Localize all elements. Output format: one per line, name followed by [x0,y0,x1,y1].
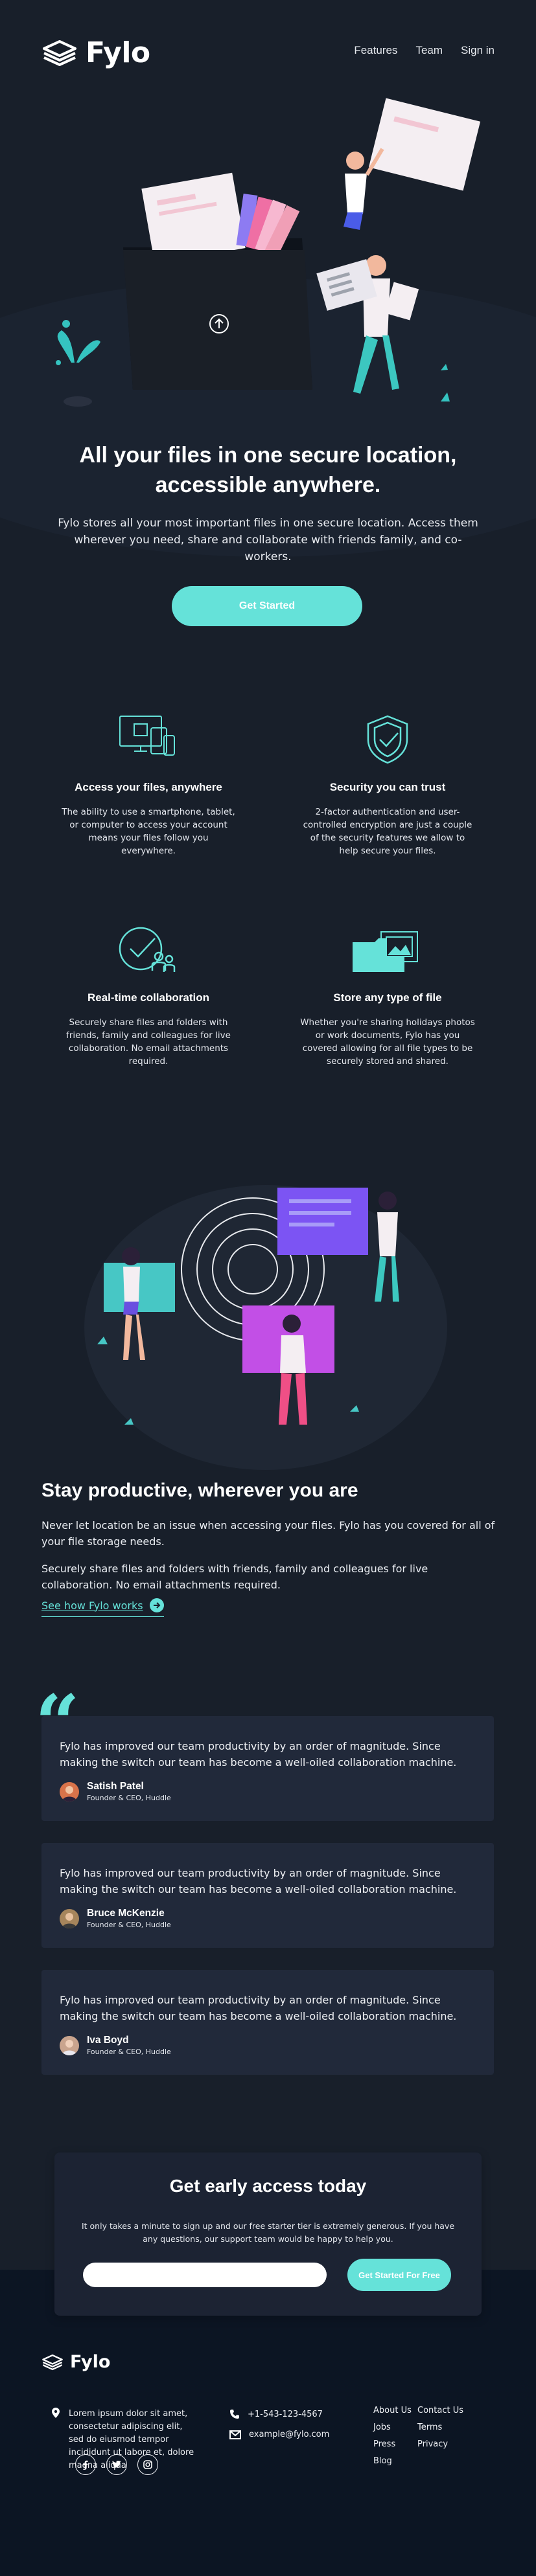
testimonial-card: Fylo has improved our team productivity … [41,1716,494,1821]
feature-access: Access your files, anywhere The ability … [41,712,255,857]
footer-phone-text: +1-543-123-4567 [248,2409,323,2419]
feature-title: Access your files, anywhere [75,781,222,793]
logo-layers-icon [42,2354,63,2370]
feature-file-types: Store any type of file Whether you're sh… [281,923,495,1068]
footer-email-text: example@fylo.com [249,2430,330,2439]
feature-text: 2-factor authentication and user-control… [303,807,472,856]
feature-text: The ability to use a smartphone, tablet,… [62,807,235,856]
logo-layers-icon [43,40,76,66]
early-access-text: It only takes a minute to sign up and ou… [81,2221,455,2244]
hero-subtitle: Fylo stores all your most important file… [58,517,478,563]
collaboration-icon [119,927,176,972]
footer-link-privacy[interactable]: Privacy [417,2436,463,2453]
feature-collaboration: Real-time collaboration Securely share f… [41,923,255,1068]
avatar [60,1908,79,1928]
avatar [60,1781,79,1802]
file-types-icon [353,931,418,972]
hero-title: All your files in one secure location, a… [79,443,457,497]
access-devices-icon [119,716,175,756]
footer-link-press[interactable]: Press [373,2436,412,2453]
productive-paragraph-2: Securely share files and folders with fr… [41,1563,428,1591]
security-shield-icon [367,715,408,764]
testimonial-role: Founder & CEO, Huddle [87,1794,171,1802]
see-how-link-label: See how Fylo works [41,1599,143,1612]
phone-icon [230,2410,239,2419]
footer-logo[interactable]: Fylo [41,2352,110,2372]
twitter-icon[interactable] [106,2454,127,2475]
footer-link-blog[interactable]: Blog [373,2453,412,2470]
footer-link-about[interactable]: About Us [373,2402,412,2419]
footer-links-col-2: Contact Us Terms Privacy [417,2402,463,2453]
testimonial-name: Bruce McKenzie [87,1908,165,1919]
footer-phone[interactable]: +1-543-123-4567 [229,2409,323,2419]
get-started-button[interactable]: Get Started [172,586,362,626]
nav-team-link[interactable]: Team [415,44,443,57]
testimonial-card: Fylo has improved our team productivity … [41,1970,494,2075]
footer-brand-name: Fylo [70,2352,111,2372]
avatar [60,2035,79,2055]
testimonial-author: Iva Boyd Founder & CEO, Huddle [60,2035,171,2056]
brand-name: Fylo [86,36,150,69]
testimonial-name: Iva Boyd [87,2035,129,2046]
email-input[interactable] [83,2263,327,2287]
get-started-free-button[interactable]: Get Started For Free [347,2259,451,2291]
early-access-title: Get early access today [169,2176,367,2196]
feature-security: Security you can trust 2-factor authenti… [281,712,495,857]
feature-text: Whether you're sharing holidays photos o… [300,1017,475,1067]
productive-illustration [97,1188,399,1425]
testimonial-card: Fylo has improved our team productivity … [41,1843,494,1948]
productive-paragraph-1: Never let location be an issue when acce… [41,1519,495,1548]
feature-text: Securely share files and folders with fr… [66,1017,231,1067]
arrow-right-icon [149,1598,164,1612]
feature-title: Store any type of file [333,991,442,1004]
main-nav: Features Team Sign in [354,44,495,57]
footer-link-terms[interactable]: Terms [417,2419,463,2436]
testimonial-text: Fylo has improved our team productivity … [60,1867,457,1895]
early-access-box: Get early access today It only takes a m… [54,2152,482,2316]
productive-title: Stay productive, wherever you are [41,1480,358,1501]
testimonial-role: Founder & CEO, Huddle [87,2048,171,2056]
testimonial-name: Satish Patel [87,1781,144,1792]
instagram-icon[interactable] [137,2454,158,2475]
footer-link-jobs[interactable]: Jobs [373,2419,412,2436]
testimonial-role: Founder & CEO, Huddle [87,1921,171,1929]
testimonial-author: Bruce McKenzie Founder & CEO, Huddle [60,1908,171,1929]
footer-email[interactable]: example@fylo.com [229,2430,329,2439]
landing-page: Fylo Features Team Sign in All your file… [0,0,536,2576]
feature-title: Security you can trust [329,781,446,793]
see-how-fylo-works-link[interactable]: See how Fylo works [41,1598,164,1617]
footer-link-contact[interactable]: Contact Us [417,2402,463,2419]
brand-logo[interactable]: Fylo [41,36,150,69]
email-icon [229,2430,241,2439]
nav-signin-link[interactable]: Sign in [461,44,495,57]
testimonial-author: Satish Patel Founder & CEO, Huddle [60,1781,171,1802]
nav-features-link[interactable]: Features [354,44,397,57]
testimonial-text: Fylo has improved our team productivity … [60,1740,457,1768]
facebook-icon[interactable] [75,2454,96,2475]
location-pin-icon [52,2408,60,2418]
testimonial-text: Fylo has improved our team productivity … [60,1994,457,2022]
site-header: Fylo Features Team Sign in [0,0,536,104]
feature-title: Real-time collaboration [87,991,209,1004]
footer-links-col-1: About Us Jobs Press Blog [373,2402,412,2470]
hero-illustration [56,98,481,407]
